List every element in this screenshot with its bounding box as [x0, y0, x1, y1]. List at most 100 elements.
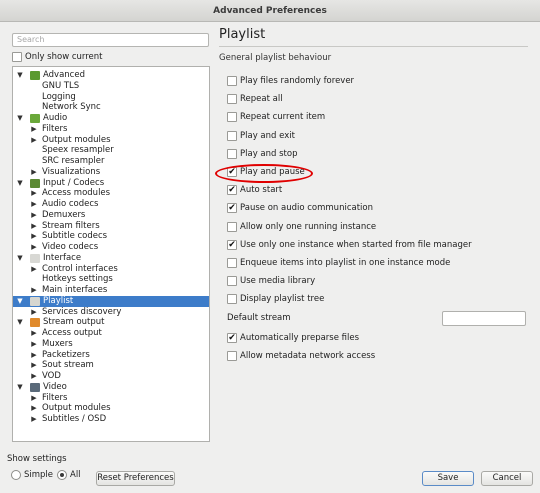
expand-arrow-icon[interactable]: ▼ [16, 253, 24, 264]
simple-radio[interactable] [11, 470, 21, 480]
preferences-tree[interactable]: ▼ Advanced GNU TLS Logging Network Sync ▼ Audi… [12, 66, 210, 442]
collapse-arrow-icon[interactable]: ▶ [30, 124, 38, 135]
tree-item-sout-stream[interactable]: ▶ Sout stream [13, 360, 209, 371]
tree-item-interface[interactable]: ▼ Interface [13, 253, 209, 264]
tree-item-src-resampler[interactable]: SRC resampler [13, 156, 209, 167]
collapse-arrow-icon[interactable]: ▶ [30, 199, 38, 210]
tree-item-logging[interactable]: Logging [13, 92, 209, 103]
tree-item-audio-codecs[interactable]: ▶ Audio codecs [13, 199, 209, 210]
reset-preferences-button[interactable]: Reset Preferences [96, 471, 175, 486]
option-checkbox[interactable] [227, 130, 237, 141]
save-button[interactable]: Save [422, 471, 474, 486]
expand-arrow-icon[interactable]: ▼ [16, 296, 24, 307]
collapse-arrow-icon[interactable]: ▶ [30, 371, 38, 382]
tree-item-output-modules[interactable]: ▶ Output modules [13, 403, 209, 414]
collapse-arrow-icon[interactable]: ▶ [30, 360, 38, 371]
collapse-arrow-icon[interactable]: ▶ [30, 242, 38, 253]
simple-radio-label: Simple [24, 470, 54, 480]
tree-item-access-output[interactable]: ▶ Access output [13, 328, 209, 339]
tree-item-filters[interactable]: ▶ Filters [13, 393, 209, 404]
tree-item-vod[interactable]: ▶ VOD [13, 371, 209, 382]
tree-item-demuxers[interactable]: ▶ Demuxers [13, 210, 209, 221]
expand-arrow-icon[interactable]: ▼ [16, 382, 24, 393]
tree-item-subtitle-codecs[interactable]: ▶ Subtitle codecs [13, 231, 209, 242]
stream-output-icon [30, 318, 40, 328]
tree-item-visualizations[interactable]: ▶ Visualizations [13, 167, 209, 178]
option-checkbox[interactable] [227, 294, 237, 305]
option-label: Play and exit [240, 130, 295, 141]
collapse-arrow-icon[interactable]: ▶ [30, 350, 38, 361]
tree-item-output-modules[interactable]: ▶ Output modules [13, 135, 209, 146]
cancel-button[interactable]: Cancel [481, 471, 533, 486]
option-label: Display playlist tree [240, 294, 325, 305]
collapse-arrow-icon[interactable]: ▶ [30, 393, 38, 404]
only-show-current-label: Only show current [25, 52, 103, 62]
tree-item-label: Demuxers [42, 209, 86, 220]
collapse-arrow-icon[interactable]: ▶ [30, 210, 38, 221]
option-label: Play files randomly forever [240, 76, 355, 86]
option-checkbox[interactable]: ✔ [227, 203, 237, 214]
collapse-arrow-icon[interactable]: ▶ [30, 135, 38, 146]
expand-arrow-icon[interactable]: ▼ [16, 317, 24, 328]
expand-arrow-icon[interactable]: ▼ [16, 70, 24, 81]
collapse-arrow-icon[interactable]: ▶ [30, 188, 38, 199]
default-stream-input[interactable] [442, 311, 526, 326]
tree-item-label: Stream output [43, 317, 105, 328]
option-checkbox[interactable]: ✔ [227, 185, 237, 196]
option-label: Pause on audio communication [240, 203, 373, 214]
option-checkbox[interactable] [227, 76, 237, 86]
audio-icon [30, 114, 40, 123]
tree-item-video-codecs[interactable]: ▶ Video codecs [13, 242, 209, 253]
expand-arrow-icon[interactable]: ▼ [16, 113, 24, 124]
tree-item-muxers[interactable]: ▶ Muxers [13, 339, 209, 350]
tree-item-speex-resampler[interactable]: Speex resampler [13, 145, 209, 156]
tree-item-network-sync[interactable]: Network Sync [13, 102, 209, 113]
tree-item-filters[interactable]: ▶ Filters [13, 124, 209, 135]
collapse-arrow-icon[interactable]: ▶ [30, 307, 38, 318]
tree-item-hotkeys-settings[interactable]: Hotkeys settings [13, 274, 209, 285]
option-checkbox[interactable]: ✔ [227, 239, 237, 250]
search-input[interactable]: Search [12, 33, 209, 47]
tree-item-advanced[interactable]: ▼ Advanced [13, 70, 209, 81]
tree-item-packetizers[interactable]: ▶ Packetizers [13, 350, 209, 361]
option-label: Use media library [240, 276, 316, 287]
tree-item-subtitles-osd[interactable]: ▶ Subtitles / OSD [13, 414, 209, 425]
option-checkbox[interactable] [227, 148, 237, 159]
collapse-arrow-icon[interactable]: ▶ [30, 414, 38, 425]
tree-item-label: Advanced [43, 70, 85, 80]
only-show-current-checkbox[interactable] [12, 52, 22, 62]
section-title: General playlist behaviour [219, 53, 332, 63]
option-checkbox[interactable] [227, 221, 237, 232]
tree-item-services-discovery[interactable]: ▶ Services discovery [13, 307, 209, 318]
collapse-arrow-icon[interactable]: ▶ [30, 328, 38, 339]
expand-arrow-icon[interactable]: ▼ [16, 178, 24, 189]
tree-item-access-modules[interactable]: ▶ Access modules [13, 188, 209, 199]
option-checkbox[interactable] [227, 94, 237, 105]
tree-item-playlist[interactable]: ▼ Playlist [13, 295, 209, 307]
option-label: Repeat all [240, 94, 283, 105]
tree-item-audio[interactable]: ▼ Audio [13, 113, 209, 124]
tree-item-gnu-tls[interactable]: GNU TLS [13, 81, 209, 92]
tree-item-stream-filters[interactable]: ▶ Stream filters [13, 221, 209, 232]
tree-item-input-codecs[interactable]: ▼ Input / Codecs [13, 178, 209, 189]
collapse-arrow-icon[interactable]: ▶ [30, 403, 38, 414]
option-checkbox[interactable] [227, 351, 237, 362]
all-radio[interactable] [57, 470, 67, 480]
collapse-arrow-icon[interactable]: ▶ [30, 167, 38, 178]
option-checkbox[interactable] [227, 258, 237, 268]
option-checkbox[interactable] [227, 112, 237, 123]
collapse-arrow-icon[interactable]: ▶ [30, 231, 38, 242]
collapse-arrow-icon[interactable]: ▶ [30, 339, 38, 350]
collapse-arrow-icon[interactable]: ▶ [30, 221, 38, 232]
tree-item-stream-output[interactable]: ▼ Stream output [13, 317, 209, 328]
tree-item-control-interfaces[interactable]: ▶ Control interfaces [13, 264, 209, 275]
option-checkbox[interactable]: ✔ [227, 333, 237, 343]
collapse-arrow-icon[interactable]: ▶ [30, 285, 38, 296]
option-checkbox[interactable] [227, 276, 237, 287]
tree-item-label: Filters [42, 123, 68, 134]
tree-item-video[interactable]: ▼ Video [13, 382, 209, 393]
collapse-arrow-icon[interactable]: ▶ [30, 264, 38, 275]
tree-item-main-interfaces[interactable]: ▶ Main interfaces [13, 285, 209, 296]
all-radio-label: All [70, 470, 81, 480]
option-label: Allow metadata network access [240, 351, 376, 362]
